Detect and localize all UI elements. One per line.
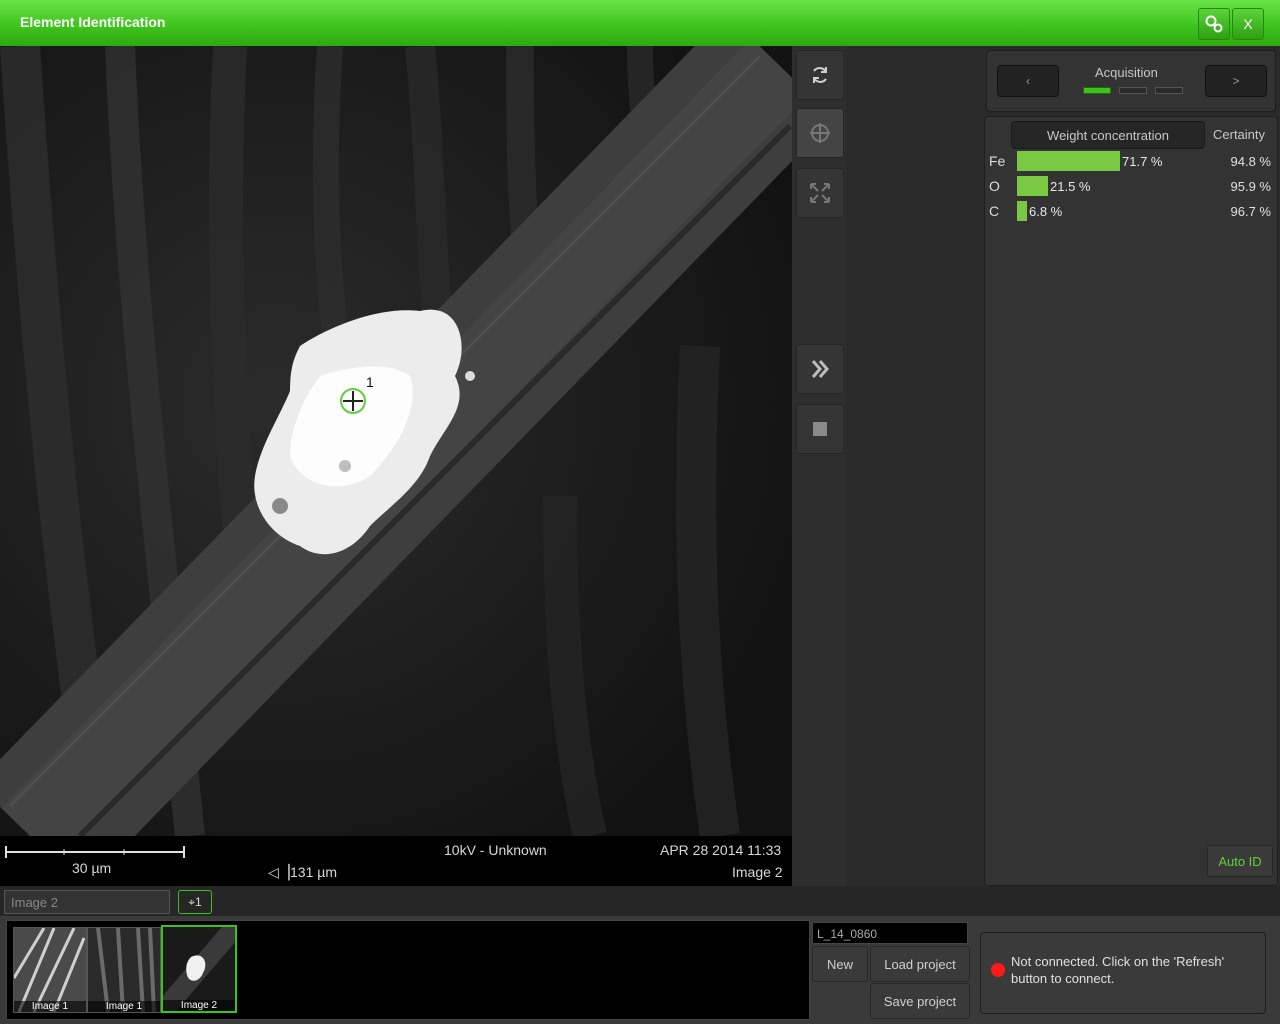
scale-length: 30 µm	[72, 860, 112, 876]
certainty-header[interactable]: Certainty	[1213, 127, 1265, 142]
load-project-button[interactable]: Load project	[870, 946, 970, 982]
close-button[interactable]: X	[1232, 8, 1264, 40]
weight-label-c: 6.8 %	[1029, 204, 1063, 219]
element-o: O	[989, 178, 1000, 194]
points-count: 1	[195, 895, 202, 909]
points-badge[interactable]: ⌖ 1	[178, 890, 212, 914]
weight-label-fe: 71.7 %	[1122, 154, 1163, 169]
weight-bar-c	[1017, 201, 1027, 221]
beam-conditions: 10kV - Unknown	[444, 842, 547, 858]
expand-icon	[810, 183, 830, 203]
prev-acquisition-button[interactable]: ‹	[997, 65, 1059, 97]
measurement-marker[interactable]	[339, 387, 367, 415]
status-indicator-icon	[991, 963, 1005, 977]
thumbnail-label: Image 1	[88, 1001, 160, 1012]
marker-label: 1	[366, 374, 374, 390]
results-panel: ‹ Acquisition > Weight concentration Cer…	[980, 46, 1280, 886]
image-name: Image 2	[732, 864, 783, 880]
settings-button[interactable]	[1198, 8, 1230, 40]
stop-icon	[813, 422, 827, 436]
thumbnail-1[interactable]: Image 1	[13, 927, 87, 1013]
weight-bar-fe	[1017, 151, 1120, 171]
field-width-icon: ◁▕	[268, 864, 290, 880]
title-bar: Element Identification X	[0, 0, 1280, 46]
stop-button[interactable]	[796, 404, 844, 454]
acquisition-step-3	[1155, 87, 1183, 94]
certainty-c: 96.7 %	[1230, 204, 1271, 219]
connection-status-box: Not connected. Click on the 'Refresh' bu…	[980, 932, 1266, 1014]
spacer-column	[846, 46, 980, 886]
thumbnail-image	[163, 927, 235, 1011]
gears-icon	[1205, 15, 1223, 33]
thumbnail-image	[14, 928, 86, 1012]
expand-button[interactable]	[796, 168, 844, 218]
crosshair-small-icon: ⌖	[188, 894, 196, 909]
scale-bar	[5, 846, 185, 858]
acquisition-box: ‹ Acquisition >	[986, 50, 1276, 112]
thumbnail-2[interactable]: Image 1	[87, 927, 161, 1013]
refresh-icon	[813, 67, 827, 83]
crosshair-icon	[810, 123, 830, 143]
window-title: Element Identification	[20, 14, 166, 30]
save-project-button[interactable]: Save project	[870, 983, 970, 1019]
connection-status-text: Not connected. Click on the 'Refresh' bu…	[1011, 954, 1225, 986]
weight-concentration-header[interactable]: Weight concentration	[1011, 121, 1205, 149]
refresh-button[interactable]	[796, 50, 844, 100]
thumbnail-label: Image 1	[14, 1001, 86, 1012]
element-c: C	[989, 203, 1000, 219]
field-width: 131 µm	[290, 864, 337, 880]
image-info-bar: 30 µm ◁▕ 131 µm 10kV - Unknown APR 28 20…	[0, 836, 792, 886]
element-fe: Fe	[989, 153, 1006, 169]
weight-bar-o	[1017, 176, 1048, 196]
forward-button[interactable]	[796, 344, 844, 394]
crosshair-tool-button[interactable]	[796, 108, 844, 158]
acquisition-title: Acquisition	[1095, 65, 1158, 80]
double-chevron-icon	[811, 360, 829, 378]
next-acquisition-button[interactable]: >	[1205, 65, 1267, 97]
thumbnail-strip: Image 1 Image 1 Image 2	[6, 920, 810, 1020]
results-box: Weight concentration Certainty Fe 71.7 %…	[984, 116, 1278, 886]
sem-image-view[interactable]: 1	[0, 46, 792, 836]
sem-image	[0, 46, 792, 836]
new-project-button[interactable]: New	[812, 946, 868, 982]
thumbnail-label: Image 2	[163, 1000, 235, 1011]
weight-label-o: 21.5 %	[1050, 179, 1091, 194]
thumbnail-image	[88, 928, 160, 1012]
certainty-o: 95.9 %	[1230, 179, 1271, 194]
acquisition-step-2	[1119, 87, 1147, 94]
acquisition-datetime: APR 28 2014 11:33	[660, 842, 782, 858]
thumbnail-3-selected[interactable]: Image 2	[161, 925, 237, 1013]
auto-id-button[interactable]: Auto ID	[1207, 845, 1273, 877]
project-name-field[interactable]: L_14_0860	[812, 922, 968, 944]
certainty-fe: 94.8 %	[1230, 154, 1271, 169]
crosshair-marker-icon	[340, 388, 366, 414]
bottom-panel: Image 2 ⌖ 1 Image 1 Image 1 Image 2 L_14…	[0, 886, 1280, 1024]
acquisition-step-1	[1083, 87, 1111, 94]
tool-column	[792, 46, 846, 886]
image-tab[interactable]: Image 2	[4, 890, 170, 914]
